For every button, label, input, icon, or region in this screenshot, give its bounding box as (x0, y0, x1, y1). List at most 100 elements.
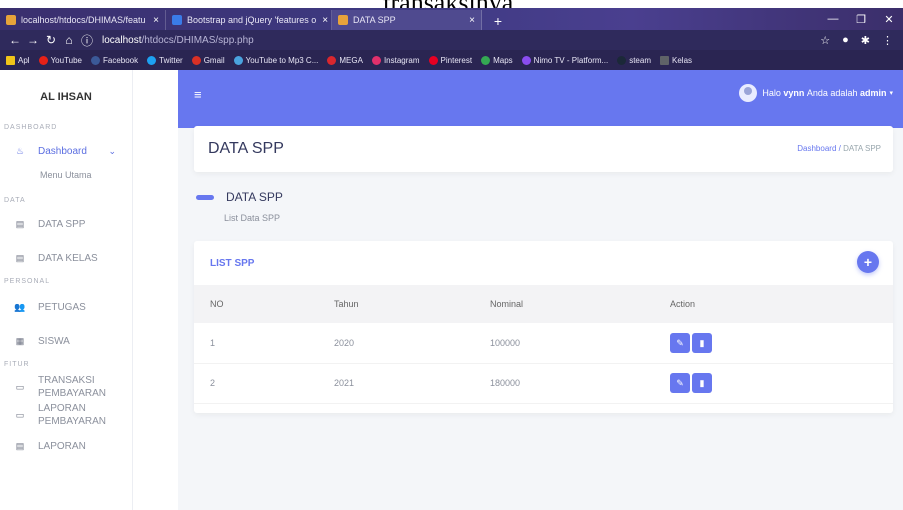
favicon-icon (172, 15, 182, 25)
info-icon[interactable]: ⓘ (78, 32, 96, 49)
column-header-action: Action (670, 285, 893, 323)
close-window-icon[interactable]: ✕ (875, 13, 903, 26)
sidebar-item-laporan-pembayaran[interactable]: ▭ LAPORAN PEMBAYARAN (0, 402, 132, 428)
sidebar-item-label: TRANSAKSI PEMBAYARAN (38, 375, 106, 399)
cell-nominal: 180000 (490, 363, 670, 404)
extensions-puzzle-icon[interactable]: ✱ (861, 34, 870, 47)
bookmark-mega[interactable]: MEGA (327, 55, 363, 65)
greeting-prefix: Halo (762, 88, 781, 98)
trash-icon: ▮ (699, 337, 705, 348)
bookmark-instagram[interactable]: Instagram (371, 55, 420, 65)
gmail-icon (191, 55, 201, 65)
browser-tab[interactable]: Bootstrap and jQuery 'features o × (166, 10, 332, 30)
bookmark-steam[interactable]: steam (617, 55, 651, 65)
sidebar-item-label: LAPORAN (38, 440, 86, 452)
add-button[interactable]: + (857, 251, 879, 273)
delete-button[interactable]: ▮ (692, 332, 712, 353)
spp-table: NO Tahun Nominal Action 1 2020 100000 ✎ ▮… (194, 285, 893, 404)
main-content: DATA SPP Dashboard / DATA SPP DATA SPP L… (178, 126, 903, 510)
youtube-icon (38, 55, 48, 65)
bookmark-youtube[interactable]: YouTube (38, 55, 82, 65)
facebook-icon (91, 55, 100, 65)
bookmark-facebook[interactable]: Facebook (91, 55, 138, 65)
reload-icon[interactable]: ↻ (42, 33, 60, 47)
brand-title[interactable]: AL IHSAN (0, 70, 132, 124)
extension-icon[interactable]: ● (842, 34, 849, 47)
forward-icon[interactable]: → (24, 33, 42, 47)
window-controls: — ❐ ✕ (819, 8, 903, 30)
sidebar-section-dashboard: DASHBOARD (4, 124, 58, 131)
url-path: /htdocs/DHIMAS/spp.php (141, 34, 254, 46)
caption-text: transaksinya. (0, 0, 903, 8)
card-title: LIST SPP (210, 258, 255, 269)
close-tab-icon[interactable]: × (316, 15, 328, 26)
edit-icon: ✎ (676, 337, 684, 348)
menu-dots-icon[interactable]: ⋮ (882, 34, 893, 47)
bookmark-pinterest[interactable]: Pinterest (428, 55, 472, 65)
breadcrumb-current: DATA SPP (843, 144, 881, 153)
sidebar-item-petugas[interactable]: 👥 PETUGAS (0, 293, 132, 321)
bookmark-nimotv[interactable]: Nimo TV - Platform... (521, 55, 609, 65)
sidebar-item-data-kelas[interactable]: ▤ DATA KELAS (0, 244, 132, 272)
cell-nominal: 100000 (490, 323, 670, 364)
bookmark-maps[interactable]: Maps (481, 55, 513, 65)
money-icon: ▭ (15, 410, 25, 420)
bookmark-label: Nimo TV - Platform... (533, 55, 609, 65)
table-row: 1 2020 100000 ✎ ▮ (194, 323, 893, 364)
column-header-nominal: Nominal (490, 285, 670, 323)
edit-button[interactable]: ✎ (670, 373, 690, 393)
kelas-icon (660, 55, 669, 65)
browser-tab-active[interactable]: DATA SPP × (332, 10, 482, 30)
bookmark-ytmp3[interactable]: YouTube to Mp3 C... (233, 55, 318, 65)
breadcrumb-home[interactable]: Dashboard (797, 144, 836, 153)
cell-action: ✎ ▮ (670, 323, 893, 364)
maximize-icon[interactable]: ❐ (847, 13, 875, 26)
sidebar-item-data-spp[interactable]: ▤ DATA SPP (0, 210, 132, 238)
column-header-no: NO (194, 285, 334, 323)
edit-button[interactable]: ✎ (670, 332, 690, 353)
section-accent-bar (196, 194, 214, 200)
ytmp3-icon (233, 55, 243, 65)
cell-action: ✎ ▮ (670, 363, 893, 404)
sidebar-item-dashboard[interactable]: ♨ Dashboard ⌄ (0, 137, 132, 165)
delete-button[interactable]: ▮ (692, 373, 712, 393)
home-icon[interactable]: ⌂ (60, 33, 78, 47)
browser-tab[interactable]: localhost/htdocs/DHIMAS/featu × (0, 10, 166, 30)
bookmark-kelas[interactable]: Kelas (660, 55, 693, 65)
hamburger-menu-icon[interactable]: ≡ (194, 87, 202, 102)
page-header: DATA SPP Dashboard / DATA SPP (194, 126, 893, 172)
sidebar-item-siswa[interactable]: ▦ SISWA (0, 327, 132, 355)
bookmark-twitter[interactable]: Twitter (147, 55, 183, 65)
browser-tab-bar: localhost/htdocs/DHIMAS/featu × Bootstra… (0, 8, 903, 30)
back-icon[interactable]: ← (6, 33, 24, 47)
new-tab-button[interactable]: + (488, 12, 508, 30)
sidebar-subitem-menu-utama[interactable]: Menu Utama (0, 165, 132, 185)
maps-icon (481, 55, 491, 65)
close-tab-icon[interactable]: × (463, 15, 475, 26)
user-dropdown[interactable]: Halo vynn Anda adalah admin ▾ (739, 84, 893, 102)
bookmark-label: Gmail (203, 55, 225, 65)
sidebar-section-data: DATA (4, 197, 26, 204)
url-field[interactable]: localhost/htdocs/DHIMAS/spp.php (102, 35, 254, 46)
table-row: 2 2021 180000 ✎ ▮ (194, 363, 893, 404)
steam-icon (617, 55, 627, 65)
trash-icon: ▮ (699, 378, 705, 388)
bookmark-label: Kelas (672, 55, 693, 65)
bookmark-label: Maps (493, 55, 513, 65)
star-icon[interactable]: ☆ (820, 34, 830, 47)
close-tab-icon[interactable]: × (147, 15, 159, 26)
chevron-down-icon: ⌄ (108, 145, 116, 156)
bookmark-gmail[interactable]: Gmail (191, 55, 225, 65)
sidebar-item-label: PETUGAS (38, 301, 86, 313)
minimize-icon[interactable]: — (819, 13, 847, 25)
bookmark-label: YouTube (50, 55, 82, 65)
sidebar-item-transaksi[interactable]: ▭ TRANSAKSI PEMBAYARAN (0, 374, 132, 400)
bookmarks-bar: Apl YouTube Facebook Twitter Gmail YouTu… (0, 50, 903, 70)
sidebar-item-laporan[interactable]: ▤ LAPORAN (0, 432, 132, 460)
section-subtitle: List Data SPP (224, 213, 281, 223)
favicon-icon (338, 15, 348, 25)
bookmark-label: Instagram (383, 55, 420, 65)
instagram-icon (371, 55, 381, 65)
bookmark-apps[interactable]: Apl (6, 55, 30, 65)
cell-no: 2 (194, 363, 334, 404)
